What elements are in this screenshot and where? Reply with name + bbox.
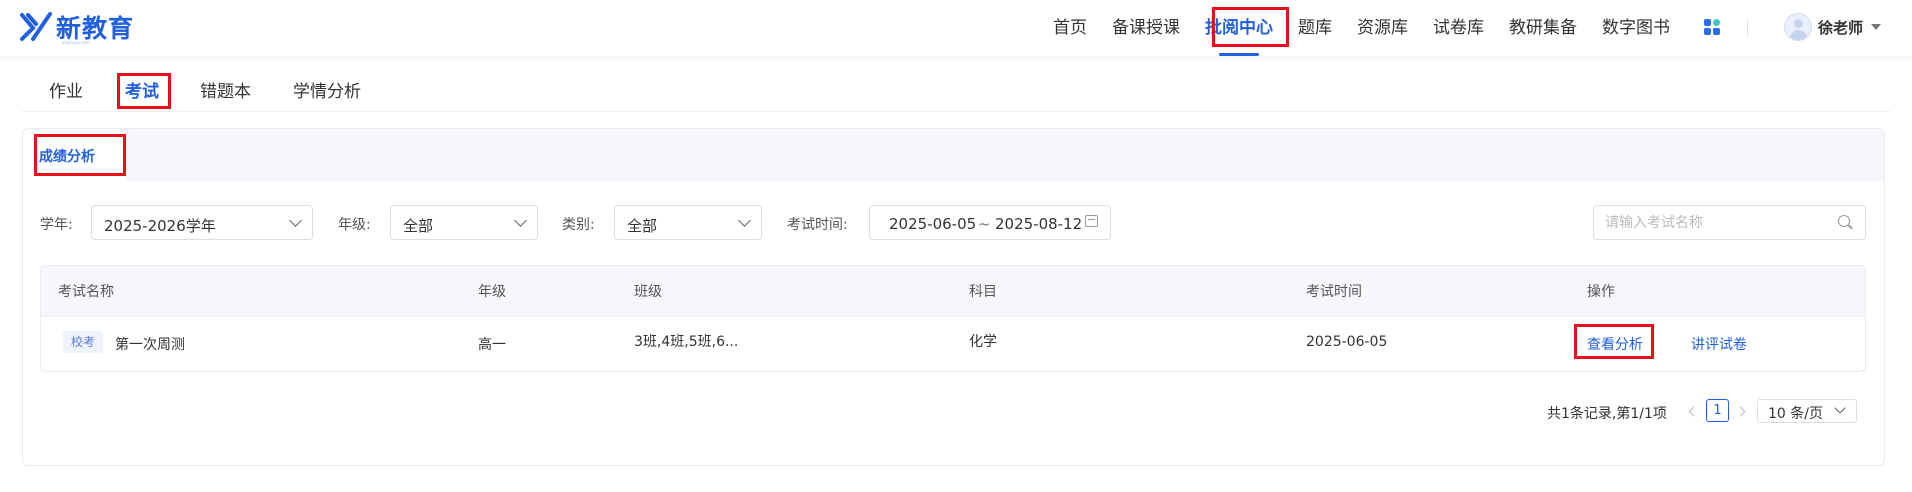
avatar[interactable] <box>1784 13 1812 41</box>
logo-mark-icon <box>20 12 52 41</box>
table-row: 校考 第一次周测 高一 3班,4班,5班,6... 化学 2025-06-05 … <box>41 316 1865 371</box>
exam-date: 2025-06-05 <box>1306 334 1388 350</box>
tab-homework[interactable]: 作业 <box>49 77 83 102</box>
col-subject: 科目 <box>969 284 997 300</box>
tab-wrong-questions[interactable]: 错题本 <box>200 77 251 102</box>
col-class: 班级 <box>634 284 662 300</box>
sub-tabs: 作业 考试 错题本 学情分析 <box>22 56 1890 112</box>
col-grade: 年级 <box>478 284 506 300</box>
top-header: 新教育 xinjiaoyu.com 首页 备课授课 批阅中心 题库 资源库 试卷… <box>0 0 1912 56</box>
exam-grade: 高一 <box>478 337 506 353</box>
panel-tab-bar: 成绩分析 <box>23 129 1884 181</box>
tab-learning-analysis[interactable]: 学情分析 <box>293 77 361 102</box>
header-divider <box>1747 19 1748 37</box>
calendar-icon <box>1085 215 1098 227</box>
category-label: 类别: <box>562 217 595 233</box>
nav-resources[interactable]: 资源库 <box>1357 0 1408 56</box>
pagination-summary: 共1条记录,第1/1项 <box>1547 406 1667 422</box>
apps-grid-icon[interactable] <box>1704 19 1721 36</box>
nav-digital-books[interactable]: 数字图书 <box>1602 0 1670 56</box>
username[interactable]: 徐老师 <box>1818 17 1863 38</box>
page-1-button[interactable]: 1 <box>1706 399 1729 422</box>
year-label: 学年: <box>40 217 73 233</box>
exam-name: 第一次周测 <box>115 337 185 353</box>
chevron-down-icon <box>738 214 751 227</box>
category-select[interactable]: 全部 <box>614 205 762 240</box>
nav-research[interactable]: 教研集备 <box>1509 0 1577 56</box>
grade-select[interactable]: 全部 <box>390 205 538 240</box>
exam-table: 考试名称 年级 班级 科目 考试时间 操作 校考 第一次周测 高一 3班,4班,… <box>40 265 1866 372</box>
exam-time-label: 考试时间: <box>787 217 848 233</box>
grade-label: 年级: <box>338 217 371 233</box>
view-analysis-link[interactable]: 查看分析 <box>1587 334 1643 354</box>
nav-grading-center[interactable]: 批阅中心 <box>1205 0 1273 56</box>
tab-score-analysis[interactable]: 成绩分析 <box>23 129 125 181</box>
logo-subtext: xinjiaoyu.com <box>62 40 90 45</box>
date-separator: ~ <box>978 215 991 233</box>
review-paper-link[interactable]: 讲评试卷 <box>1691 334 1747 354</box>
table-header: 考试名称 年级 班级 科目 考试时间 操作 <box>41 266 1865 316</box>
exam-classes: 3班,4班,5班,6... <box>634 334 739 350</box>
chevron-down-icon <box>289 214 302 227</box>
page-size-value: 10 条/页 <box>1768 406 1823 422</box>
chevron-down-icon <box>1834 402 1846 414</box>
col-exam-time: 考试时间 <box>1306 284 1362 300</box>
year-select-value: 2025-2026学年 <box>104 217 216 235</box>
date-end[interactable]: 2025-08-12 <box>995 215 1082 233</box>
exam-type-badge: 校考 <box>63 331 104 353</box>
grade-select-value: 全部 <box>403 217 434 235</box>
tab-exam[interactable]: 考试 <box>125 77 159 102</box>
page-size-select[interactable]: 10 条/页 <box>1757 399 1857 423</box>
col-actions: 操作 <box>1587 284 1615 300</box>
nav-question-bank[interactable]: 题库 <box>1298 0 1332 56</box>
date-range-picker[interactable]: 2025-06-05 ~ 2025-08-12 <box>869 205 1111 240</box>
category-select-value: 全部 <box>627 217 658 235</box>
col-exam-name: 考试名称 <box>58 284 114 300</box>
main-nav: 首页 备课授课 批阅中心 题库 资源库 试卷库 教研集备 数字图书 <box>1053 0 1695 56</box>
exam-search-input[interactable] <box>1593 205 1866 240</box>
exam-subject: 化学 <box>969 334 997 350</box>
search-icon[interactable] <box>1838 215 1850 227</box>
nav-home[interactable]: 首页 <box>1053 0 1087 56</box>
logo[interactable]: 新教育 xinjiaoyu.com <box>20 10 134 45</box>
nav-paper-bank[interactable]: 试卷库 <box>1433 0 1484 56</box>
date-start[interactable]: 2025-06-05 <box>889 215 976 233</box>
nav-lesson-prep[interactable]: 备课授课 <box>1112 0 1180 56</box>
chevron-down-icon <box>514 214 527 227</box>
year-select[interactable]: 2025-2026学年 <box>91 205 313 240</box>
caret-down-icon[interactable] <box>1871 24 1881 30</box>
